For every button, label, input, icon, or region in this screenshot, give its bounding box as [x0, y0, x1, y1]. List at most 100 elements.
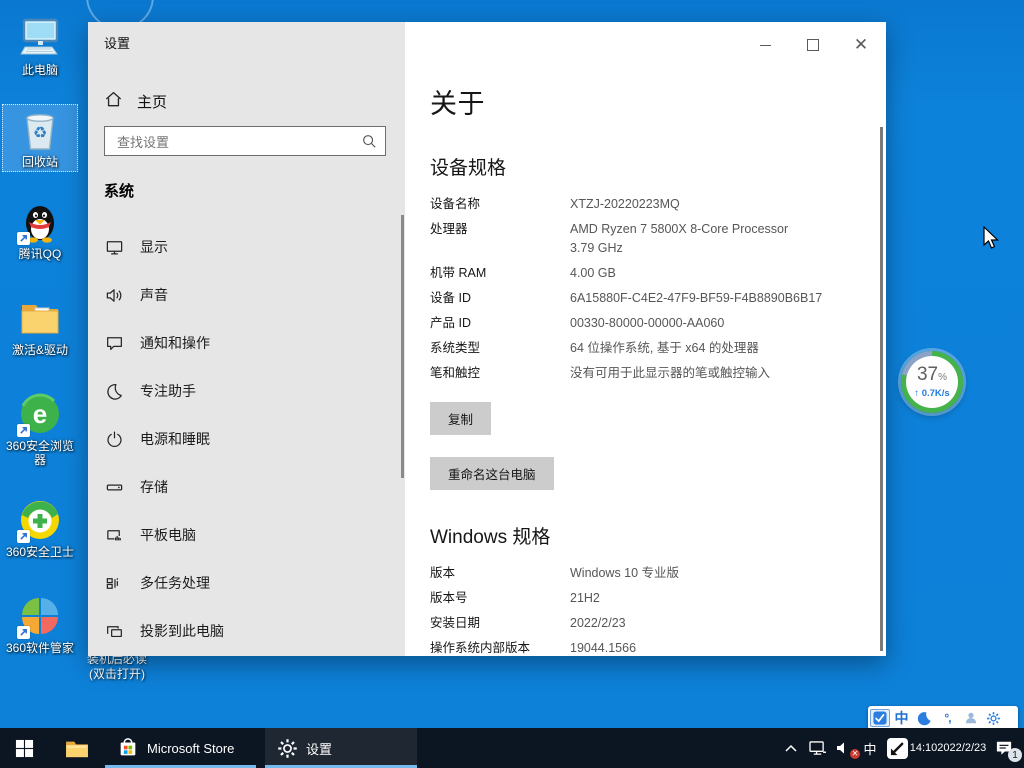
settings-gear-icon [277, 738, 298, 759]
spec-label: 版本号 [430, 589, 570, 608]
page-title: 关于 [430, 82, 866, 121]
spec-row-install-date: 安装日期 2022/2/23 [430, 611, 866, 636]
volume-muted-icon[interactable]: ✕ [830, 728, 858, 768]
ime-punctuation-button[interactable]: °, [936, 708, 959, 728]
desktop-icon-360-safe[interactable]: 360安全卫士 [2, 494, 78, 562]
percent-sign: % [938, 372, 947, 383]
sidebar-item-storage[interactable]: 存储 [88, 463, 405, 511]
spec-value: 21H2 [570, 589, 600, 608]
taskbar-microsoft-store-button[interactable]: Microsoft Store [105, 728, 256, 768]
recycle-bin-icon: ♻ [17, 107, 63, 153]
rename-pc-button[interactable]: 重命名这台电脑 [430, 457, 554, 490]
spec-value: 00330-80000-00000-AA060 [570, 314, 724, 333]
crescent-moon-icon [104, 381, 124, 401]
ime-fullwidth-moon-icon[interactable] [913, 708, 936, 728]
spec-label: 系统类型 [430, 339, 570, 358]
desktop-icon-label: 激活&驱动 [12, 343, 68, 357]
close-button[interactable]: ✕ [850, 34, 872, 56]
sidebar-item-display[interactable]: 显示 [88, 223, 405, 271]
ime-user-icon[interactable] [959, 708, 982, 728]
spec-label: 设备 ID [430, 289, 570, 308]
360-speed-ball[interactable]: 37% ↑ 0.7K/s [901, 351, 963, 413]
spec-row-device-name: 设备名称 XTZJ-20220223MQ [430, 192, 866, 217]
sidebar-item-tablet[interactable]: 平板电脑 [88, 511, 405, 559]
network-icon[interactable] [804, 728, 830, 768]
ime-logo-icon[interactable] [870, 709, 890, 727]
spec-label: 产品 ID [430, 314, 570, 333]
spec-row-device-id: 设备 ID 6A15880F-C4E2-47F9-BF59-F4B8890B6B… [430, 286, 866, 311]
copy-button[interactable]: 复制 [430, 402, 491, 435]
memory-percent: 37 [917, 364, 938, 385]
sidebar-item-notifications[interactable]: 通知和操作 [88, 319, 405, 367]
desktop-icon-recycle-bin[interactable]: ♻ 回收站 [2, 104, 78, 172]
desktop-icon-folder[interactable]: 激活&驱动 [2, 292, 78, 360]
search-input[interactable] [115, 128, 359, 156]
main-scrollbar[interactable] [880, 127, 883, 651]
360-browser-icon: e [17, 391, 63, 437]
windows-spec-table: 版本 Windows 10 专业版 版本号 21H2 安装日期 2022/2/2… [430, 561, 866, 656]
desktop-icon-this-pc[interactable]: 此电脑 [2, 12, 78, 80]
windows-spec-heading: Windows 规格 [430, 522, 866, 549]
desktop-icon-label: 360软件管家 [6, 641, 74, 655]
windows-logo-icon [15, 739, 34, 758]
sidebar-item-sound[interactable]: 声音 [88, 271, 405, 319]
sidebar-item-focus-assist[interactable]: 专注助手 [88, 367, 405, 415]
desktop-icon-label: 360安全卫士 [6, 545, 74, 559]
settings-sidebar: 设置 主页 系统 [88, 22, 405, 656]
spec-value: 6A15880F-C4E2-47F9-BF59-F4B8890B6B17 [570, 289, 822, 308]
shortcut-arrow-icon [17, 424, 30, 437]
sidebar-item-label: 声音 [140, 285, 168, 305]
sidebar-item-multitasking[interactable]: 多任务处理 [88, 559, 405, 607]
svg-text:e: e [33, 399, 47, 429]
sidebar-scrollbar[interactable] [401, 215, 404, 478]
qq-icon [17, 199, 63, 245]
spec-label: 安装日期 [430, 614, 570, 633]
sogou-tray-icon[interactable] [882, 728, 912, 768]
multitasking-icon [104, 573, 124, 593]
sidebar-item-home[interactable]: 主页 [104, 84, 384, 118]
sidebar-item-label: 存储 [140, 477, 168, 497]
spec-value: AMD Ryzen 7 5800X 8-Core Processor 3.79 … [570, 220, 788, 258]
spec-row-pen-touch: 笔和触控 没有可用于此显示器的笔或触控输入 [430, 361, 866, 386]
ime-settings-gear-icon[interactable] [982, 708, 1005, 728]
taskbar-clock[interactable]: 14:10 2022/2/23 [912, 728, 984, 768]
show-hidden-icons-chevron[interactable] [778, 728, 804, 768]
spec-value: 19044.1566 [570, 639, 636, 656]
spec-label: 处理器 [430, 220, 570, 258]
taskbar-settings-button[interactable]: 设置 [265, 728, 417, 768]
file-explorer-icon [65, 738, 89, 758]
sidebar-section-title: 系统 [104, 180, 134, 201]
search-icon[interactable] [361, 133, 377, 154]
ime-status-bar: 中 °, [868, 706, 1018, 730]
search-settings-box[interactable] [104, 126, 386, 156]
minimize-button[interactable] [754, 34, 776, 56]
desktop-icon-360-browser[interactable]: e 360安全浏览器 [2, 388, 78, 470]
spec-label: 设备名称 [430, 195, 570, 214]
desktop-icon-label-partial[interactable]: 装机后必读(双击打开) [85, 652, 149, 682]
shortcut-arrow-icon [17, 530, 30, 543]
maximize-button[interactable] [802, 34, 824, 56]
spec-row-os-build: 操作系统内部版本 19044.1566 [430, 636, 866, 656]
svg-text:♻: ♻ [33, 123, 47, 142]
power-icon [104, 429, 124, 449]
sidebar-items: 显示 声音 通知和操作 [88, 223, 405, 655]
sidebar-item-projecting[interactable]: 投影到此电脑 [88, 607, 405, 655]
desktop-icon-360-manager[interactable]: 360软件管家 [2, 590, 78, 658]
start-button[interactable] [0, 728, 48, 768]
window-title: 设置 [104, 33, 130, 52]
settings-window: 设置 主页 系统 [88, 22, 886, 656]
desktop-icon-label: 腾讯QQ [19, 247, 62, 261]
desktop-icon-label: 此电脑 [22, 63, 58, 77]
sidebar-item-label: 专注助手 [140, 381, 196, 401]
file-explorer-button[interactable] [56, 728, 98, 768]
ime-chinese-mode-button[interactable]: 中 [890, 708, 913, 728]
desktop-icon-qq[interactable]: 腾讯QQ [2, 196, 78, 264]
spec-value: 2022/2/23 [570, 614, 626, 633]
spec-row-ram: 机带 RAM 4.00 GB [430, 261, 866, 286]
sidebar-item-power-sleep[interactable]: 电源和睡眠 [88, 415, 405, 463]
display-icon [104, 237, 124, 257]
ime-tray-indicator[interactable]: 中 [858, 728, 882, 768]
mute-badge-icon: ✕ [850, 749, 860, 759]
action-center-button[interactable]: 1 [984, 728, 1024, 768]
upload-speed: 0.7K/s [922, 388, 950, 399]
